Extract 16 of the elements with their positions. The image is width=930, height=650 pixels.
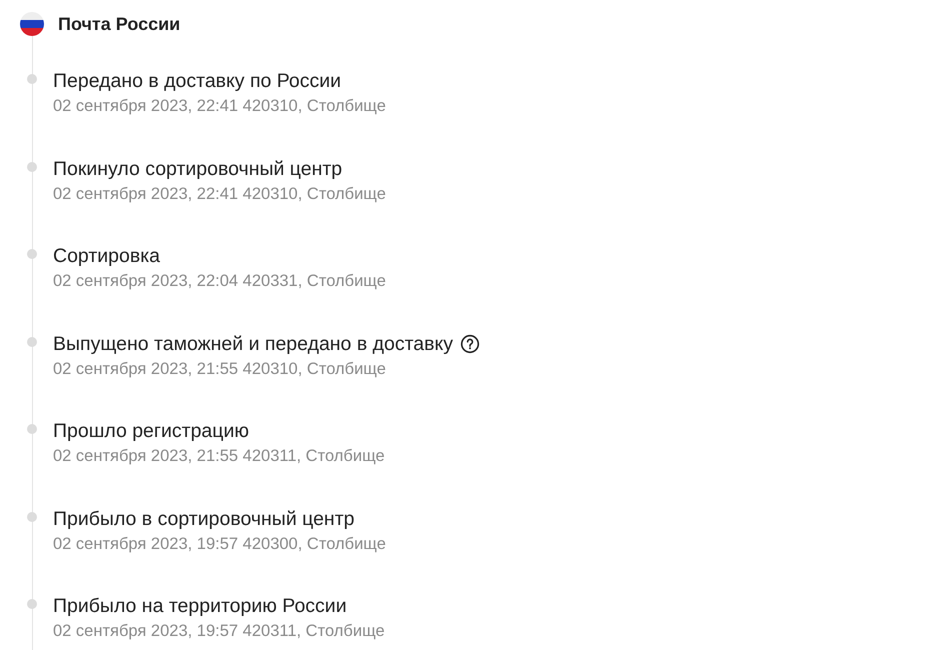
event-details: 02 сентября 2023, 19:57 420311, Столбище: [53, 621, 385, 642]
carrier-name: Почта России: [58, 14, 180, 34]
event-title: Прибыло в сортировочный центр: [53, 506, 354, 532]
event-details: 02 сентября 2023, 22:41 420310, Столбище: [53, 96, 386, 117]
event-title: Выпущено таможней и передано в доставку: [53, 332, 453, 356]
event-details: 02 сентября 2023, 21:55 420310, Столбище: [53, 358, 387, 380]
event-title: Передано в доставку по России: [53, 69, 342, 94]
event-title: Прошло регистрацию: [53, 419, 249, 444]
event-title: Покинуло сортировочный центр: [53, 156, 342, 182]
event-details: 02 сентября 2023, 22:41 420310, Столбище: [53, 184, 386, 204]
event-details: 02 сентября 2023, 22:04 420331, Столбище: [53, 271, 386, 292]
event-details: 02 сентября 2023, 19:57 420300, Столбище: [53, 534, 386, 554]
event-details: 02 сентября 2023, 21:55 420311, Столбище: [53, 446, 385, 467]
event-title: Прибыло на территорию России: [53, 594, 347, 619]
help-icon[interactable]: [460, 334, 480, 354]
event-title: Сортировка: [53, 244, 160, 269]
